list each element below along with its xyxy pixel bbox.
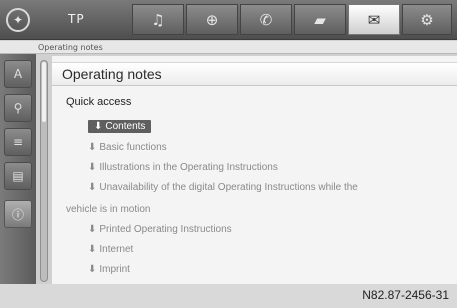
vehicle-search-icon[interactable]: ⚲: [4, 94, 32, 122]
title-bar: Operating notes: [52, 62, 457, 86]
sidebar: A ⚲ ≡ ▤ ⓘ: [0, 54, 36, 284]
navigation-icon[interactable]: ⊕: [186, 4, 238, 35]
brand-logo-icon[interactable]: ✦: [6, 8, 30, 32]
arrow-down-icon: ⬇: [88, 142, 97, 153]
scrollbar-thumb[interactable]: [42, 62, 46, 122]
mode-label: TP: [68, 12, 85, 26]
manual-icon[interactable]: ✉: [348, 4, 400, 35]
menu-item-unavailability-cont[interactable]: vehicle is in motion: [66, 204, 150, 215]
top-bar: ✦ TP ♫ ⊕ ✆ ▰ ✉ ⚙: [0, 0, 457, 40]
app-root: ✦ TP ♫ ⊕ ✆ ▰ ✉ ⚙ Operating notes A ⚲ ≡ ▤…: [0, 0, 457, 308]
settings-icon[interactable]: ⚙: [402, 4, 452, 35]
menu-item-basic-functions[interactable]: ⬇ Basic functions: [88, 142, 167, 153]
menu-item-unavailability[interactable]: ⬇ Unavailability of the digital Operating…: [88, 182, 358, 193]
phone-icon[interactable]: ✆: [240, 4, 292, 35]
arrow-down-icon: ⬇: [88, 244, 97, 255]
scrollbar[interactable]: [40, 60, 48, 282]
menu-item-printed-instructions[interactable]: ⬇ Printed Operating Instructions: [88, 224, 232, 235]
arrow-down-icon: ⬇: [88, 162, 97, 173]
voice-icon[interactable]: A: [4, 60, 32, 88]
footer-strip: N82.87-2456-31: [0, 284, 457, 308]
arrow-down-icon: ⬇: [94, 121, 103, 132]
menu-item-internet[interactable]: ⬇ Internet: [88, 244, 133, 255]
breadcrumb: Operating notes: [0, 41, 457, 54]
reference-code: N82.87-2456-31: [362, 288, 449, 302]
music-note-icon[interactable]: ♫: [132, 4, 184, 35]
content-panel: Operating notes Quick access ⬇ Contents ⬇…: [52, 56, 457, 284]
list-icon[interactable]: ▤: [4, 162, 32, 190]
arrow-down-icon: ⬇: [88, 264, 97, 275]
menu-item-illustrations[interactable]: ⬇ Illustrations in the Operating Instruct…: [88, 162, 278, 173]
doc-search-icon[interactable]: ≡: [4, 128, 32, 156]
menu-item-contents[interactable]: ⬇ Contents: [88, 120, 152, 133]
car-icon[interactable]: ▰: [294, 4, 346, 35]
page-title: Operating notes: [62, 66, 162, 82]
menu-item-imprint[interactable]: ⬇ Imprint: [88, 264, 130, 275]
arrow-down-icon: ⬇: [88, 224, 97, 235]
quick-access-heading: Quick access: [66, 96, 132, 108]
arrow-down-icon: ⬇: [88, 182, 97, 193]
info-icon[interactable]: ⓘ: [4, 200, 32, 228]
